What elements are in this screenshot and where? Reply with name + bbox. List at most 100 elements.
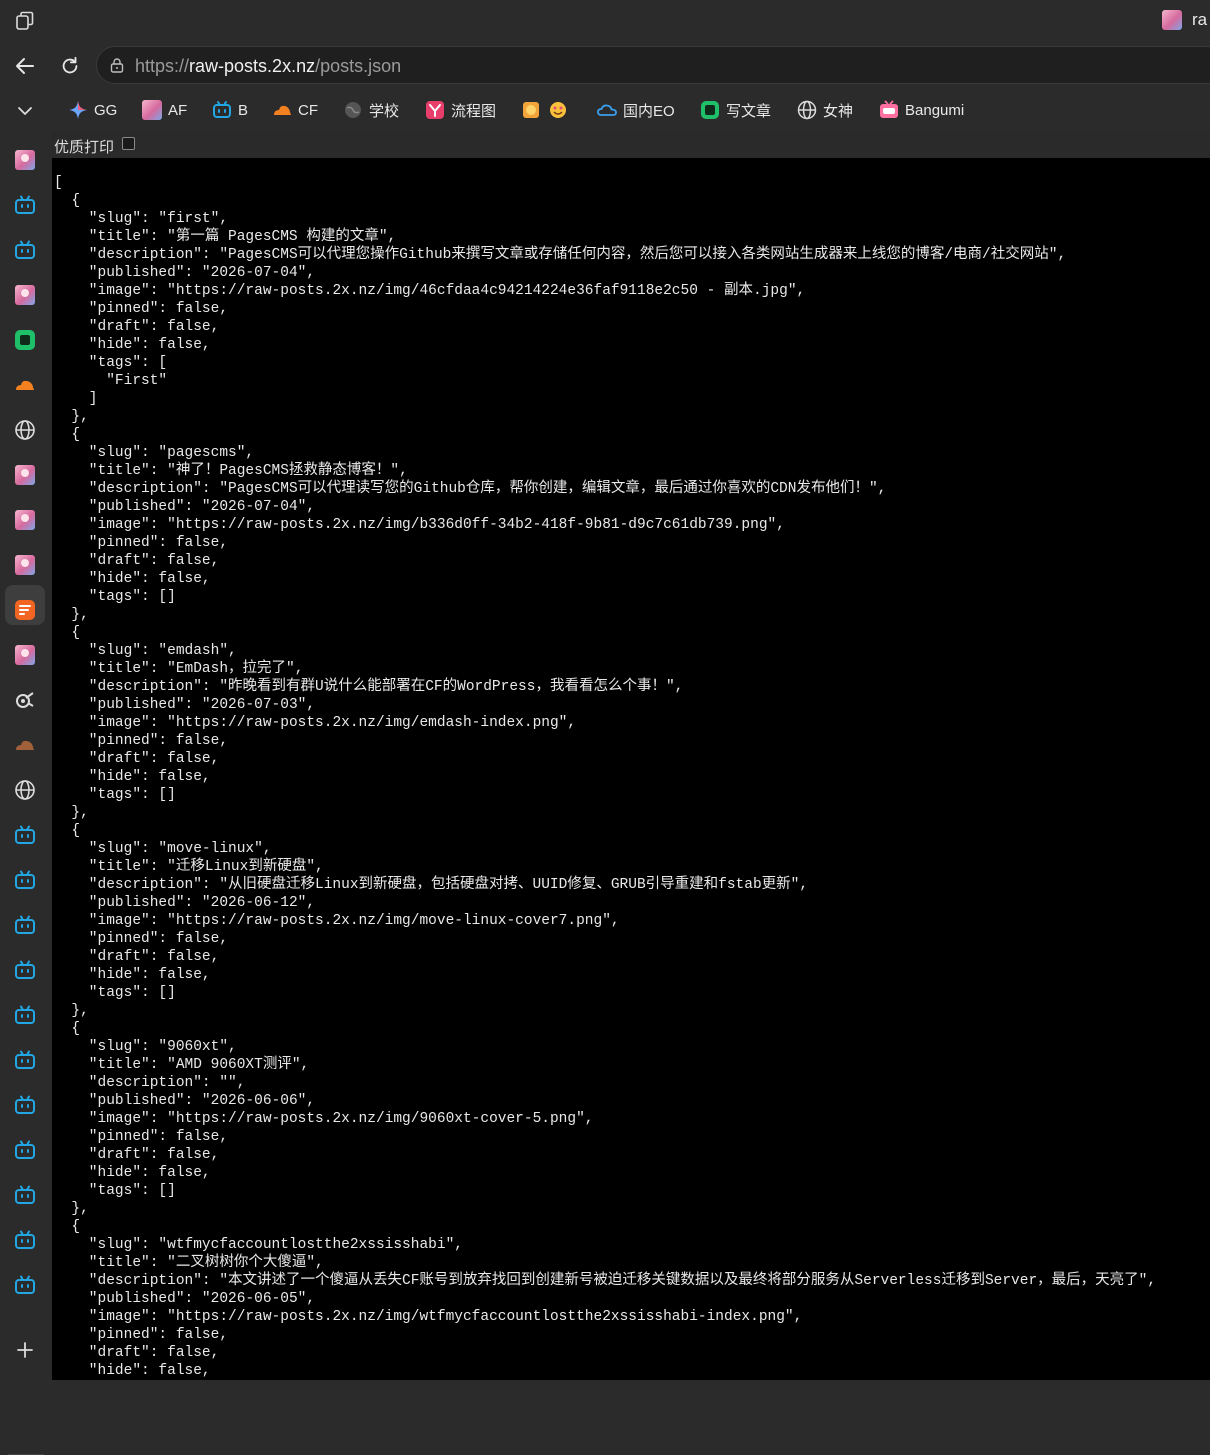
- sidebar-tab-cloudflare-dim-icon[interactable]: [14, 734, 36, 756]
- sidebar-tab-bilibili-icon[interactable]: [14, 1229, 36, 1251]
- note-icon: [701, 101, 719, 119]
- sidebar-tab-bilibili-icon[interactable]: [14, 1139, 36, 1161]
- sidebar-tab-cloudflare-icon[interactable]: [14, 374, 36, 396]
- sidebar-tab-bilibili-icon[interactable]: [14, 1004, 36, 1026]
- bookmark-label: GG: [94, 101, 118, 119]
- emoji-icon: [523, 102, 539, 118]
- bookmark-cf[interactable]: CF: [272, 98, 318, 122]
- sidebar-tab-bilibili-icon[interactable]: [14, 959, 36, 981]
- cloudflare-icon: [16, 380, 34, 390]
- bilibili-icon: [15, 195, 35, 214]
- vertical-tabs-sidebar: [0, 130, 52, 1455]
- bookmark-label: 写文章: [726, 102, 772, 120]
- back-button[interactable]: [8, 50, 42, 82]
- sidebar-tab-anime-avatar-icon[interactable]: [14, 644, 36, 666]
- sidebar-tab-bilibili-icon[interactable]: [14, 1274, 36, 1296]
- tab-favicon: [1162, 10, 1182, 30]
- sidebar-tab-note-icon[interactable]: [14, 329, 36, 351]
- refresh-button[interactable]: [53, 50, 87, 82]
- lock-icon[interactable]: [109, 57, 125, 73]
- anime-avatar-icon: [15, 465, 35, 485]
- anime-avatar-icon: [15, 285, 35, 305]
- bookmark-bangumi[interactable]: Bangumi: [879, 98, 964, 122]
- url-text[interactable]: https://raw-posts.2x.nz/posts.json: [135, 56, 401, 77]
- tab-title[interactable]: ra: [1192, 10, 1207, 30]
- sidebar-tab-bilibili-icon[interactable]: [14, 1184, 36, 1206]
- sidebar-tab-globe-icon[interactable]: [14, 779, 36, 801]
- bookmark-school[interactable]: 学校: [343, 98, 399, 122]
- anime-avatar-icon: [15, 555, 35, 575]
- sidebar-tab-bilibili-icon[interactable]: [14, 194, 36, 216]
- sidebar-tab-globe-icon[interactable]: [14, 419, 36, 441]
- globe-icon: [15, 420, 35, 440]
- feed-icon: [15, 600, 35, 620]
- refresh-icon: [62, 56, 78, 74]
- new-tab-plus-icon[interactable]: [15, 1340, 35, 1360]
- anime-avatar-icon: [15, 510, 35, 530]
- bookmark-label: B: [238, 101, 249, 119]
- cloudflare-dim-icon: [16, 740, 34, 750]
- sidebar-tab-bilibili-icon[interactable]: [14, 239, 36, 261]
- bookmark-label: 女神: [823, 102, 854, 120]
- smile-icon: [550, 102, 566, 118]
- tv-icon: [880, 100, 898, 118]
- bookmark-b[interactable]: B: [212, 98, 248, 122]
- bookmark-goddess[interactable]: 女神: [797, 98, 853, 122]
- bilibili-icon: [15, 915, 35, 934]
- page-content: 优质打印 [ { "slug": "first", "title": "第一篇 …: [52, 132, 1210, 1380]
- bilibili-icon: [15, 1140, 35, 1159]
- navigation-bar: https://raw-posts.2x.nz/posts.json: [0, 42, 1210, 90]
- back-arrow-icon: [16, 58, 34, 74]
- workspaces-icon[interactable]: [14, 10, 36, 32]
- note-icon: [15, 330, 35, 350]
- bookmark-label: AF: [168, 101, 188, 119]
- sidebar-tab-anime-avatar-icon[interactable]: [14, 464, 36, 486]
- bookmark-label: 国内EO: [623, 102, 675, 120]
- bilibili-icon: [15, 1050, 35, 1069]
- sidebar-tab-anime-avatar-icon[interactable]: [14, 509, 36, 531]
- bookmark-label: 学校: [369, 102, 400, 120]
- chevron-down-icon[interactable]: [14, 100, 36, 122]
- globe-icon: [797, 100, 817, 120]
- cloudflare-icon: [274, 105, 291, 115]
- sidebar-tab-anime-avatar-icon[interactable]: [14, 554, 36, 576]
- bilibili-icon: [15, 1230, 35, 1249]
- cloud-icon: [597, 104, 617, 116]
- tab-strip: ra: [0, 0, 1210, 42]
- bookmark-write[interactable]: 写文章: [700, 98, 771, 122]
- sidebar-tab-bilibili-icon[interactable]: [14, 824, 36, 846]
- bookmark-emoji[interactable]: [522, 98, 568, 122]
- bookmark-gg[interactable]: GG: [68, 98, 117, 122]
- url-path: /posts.json: [315, 56, 402, 76]
- bilibili-icon: [213, 101, 231, 118]
- pretty-print-label: 优质打印: [54, 139, 115, 156]
- json-body: [ { "slug": "first", "title": "第一篇 Pages…: [54, 175, 1157, 1379]
- sidebar-tab-anime-avatar-icon[interactable]: [14, 149, 36, 171]
- bilibili-icon: [15, 960, 35, 979]
- sidebar-tab-graph-icon[interactable]: [14, 689, 36, 711]
- bookmarks-bar: GG AF B CF 学校 流程图 国内EO 写文章 女神 Bangumi: [0, 90, 1210, 130]
- bilibili-icon: [15, 1005, 35, 1024]
- bookmark-af[interactable]: AF: [142, 98, 187, 122]
- sidebar-tab-bilibili-icon[interactable]: [14, 1049, 36, 1071]
- address-bar[interactable]: https://raw-posts.2x.nz/posts.json: [96, 46, 1210, 84]
- sidebar-tab-bilibili-icon[interactable]: [14, 914, 36, 936]
- bookmark-label: CF: [298, 101, 318, 119]
- bookmark-label: 流程图: [451, 102, 497, 120]
- anime-avatar-icon: [15, 150, 35, 170]
- globe-gray-icon: [345, 102, 361, 118]
- sidebar-tab-anime-avatar-icon[interactable]: [14, 284, 36, 306]
- bookmark-eo[interactable]: 国内EO: [597, 98, 675, 122]
- globe-icon: [15, 780, 35, 800]
- anime-avatar-icon: [142, 100, 162, 120]
- bookmark-flowchart[interactable]: 流程图: [425, 98, 496, 122]
- pretty-print-checkbox[interactable]: [122, 137, 135, 150]
- bilibili-icon: [15, 870, 35, 889]
- bilibili-icon: [15, 825, 35, 844]
- gemini-icon: [69, 101, 87, 119]
- sidebar-tab-feed-icon[interactable]: [14, 599, 36, 621]
- sidebar-tab-bilibili-icon[interactable]: [14, 869, 36, 891]
- sidebar-tab-bilibili-icon[interactable]: [14, 1094, 36, 1116]
- bilibili-icon: [15, 1275, 35, 1294]
- flowchart-icon: [426, 101, 444, 119]
